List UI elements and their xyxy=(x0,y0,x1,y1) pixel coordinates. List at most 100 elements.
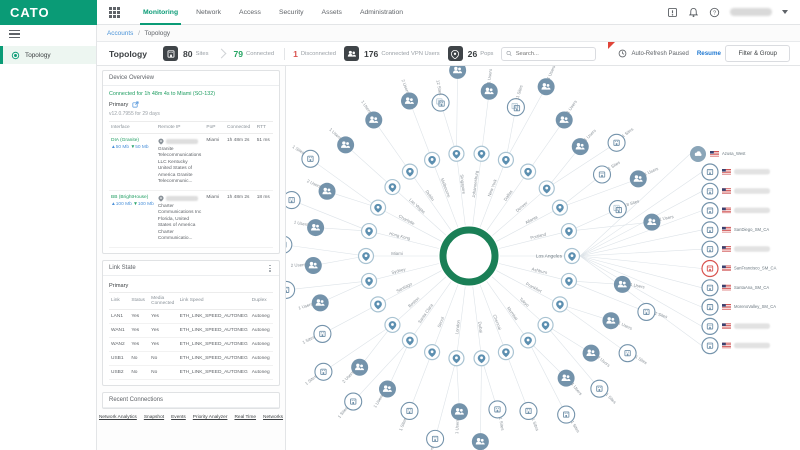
users-group-node[interactable] xyxy=(602,312,620,330)
users-group-node[interactable] xyxy=(307,219,325,237)
users-group-node[interactable] xyxy=(365,111,383,129)
external-link-icon[interactable] xyxy=(132,101,139,108)
users-group-node[interactable] xyxy=(537,78,555,96)
site-group-node[interactable] xyxy=(618,344,637,363)
search-input[interactable] xyxy=(515,50,592,57)
interface-row[interactable]: DIA (Granite) ▲50 Mb ▼50 Mb Granite Teleco… xyxy=(109,133,273,191)
pop-node[interactable] xyxy=(360,272,378,290)
pop-node[interactable] xyxy=(560,272,578,290)
site-group-node[interactable] xyxy=(313,324,332,343)
sites-group-node[interactable] xyxy=(431,93,450,112)
help-icon[interactable]: ? xyxy=(709,7,720,18)
group-node-label: 1 Sites xyxy=(398,417,407,431)
sites-group-node[interactable] xyxy=(506,98,525,117)
footer-link-networks[interactable]: Networks xyxy=(263,415,283,420)
pop-node[interactable] xyxy=(538,180,555,197)
pop-node[interactable] xyxy=(497,151,515,168)
pop-node[interactable] xyxy=(473,350,490,367)
pop-node[interactable] xyxy=(560,222,578,240)
pop-node[interactable] xyxy=(551,199,569,216)
pop-node[interactable] xyxy=(369,296,387,313)
sidebar-item-topology[interactable]: Topology xyxy=(0,46,96,65)
cloud-site-node[interactable] xyxy=(690,146,706,162)
footer-link-network-analytics[interactable]: Network Analytics xyxy=(99,415,137,420)
site-group-node[interactable] xyxy=(277,280,296,299)
nav-item-access[interactable]: Access xyxy=(230,0,270,25)
pop-node[interactable] xyxy=(448,145,465,162)
vpn-users-count: 176 xyxy=(364,48,379,59)
pop-node[interactable] xyxy=(384,178,401,196)
users-group-node[interactable] xyxy=(480,82,498,100)
resume-button[interactable]: Resume xyxy=(697,50,721,57)
users-group-node[interactable] xyxy=(471,433,489,450)
site-group-node[interactable] xyxy=(400,401,419,421)
notifications-bell-icon[interactable] xyxy=(688,7,699,18)
site-node[interactable] xyxy=(701,337,719,355)
release-notes-icon[interactable] xyxy=(667,7,678,18)
nav-item-security[interactable]: Security xyxy=(270,0,313,25)
pop-node[interactable] xyxy=(537,316,554,334)
pop-node[interactable] xyxy=(384,316,401,334)
pop-node[interactable] xyxy=(448,350,465,367)
users-group-node[interactable] xyxy=(401,92,419,110)
interface-row[interactable]: BB (BrightHouse) ▲100 Mb ▼100 Mb Charter C… xyxy=(109,190,273,248)
nav-item-network[interactable]: Network xyxy=(187,0,230,25)
site-node-disconnected[interactable] xyxy=(701,259,719,278)
device-overview-title: Device Overview xyxy=(103,71,279,86)
kebab-menu-icon[interactable] xyxy=(267,263,273,274)
account-name-blurred[interactable] xyxy=(730,8,772,16)
filter-and-group-button[interactable]: Filter & Group xyxy=(725,45,790,62)
site-group-node[interactable] xyxy=(274,235,293,254)
site-group-node[interactable] xyxy=(488,400,507,419)
topology-canvas[interactable]: Los Angeles Azusa_West SanDiego_SM_CA SanFr… xyxy=(262,48,800,450)
users-group-node[interactable] xyxy=(613,275,631,293)
sidebar-item-label: Topology xyxy=(25,51,51,59)
site-group-node[interactable] xyxy=(301,149,320,168)
site-group-node[interactable] xyxy=(637,302,656,321)
pop-node[interactable] xyxy=(423,151,441,168)
pop-node[interactable] xyxy=(519,332,537,349)
pop-node[interactable] xyxy=(401,332,419,349)
footer-link-priority-analyzer[interactable]: Priority Analyzer xyxy=(193,415,228,420)
pop-node[interactable] xyxy=(519,163,537,180)
site-node[interactable] xyxy=(701,240,719,258)
footer-link-snapshot[interactable]: Snapshot xyxy=(144,415,164,420)
pop-node[interactable] xyxy=(473,145,490,162)
users-group-node[interactable] xyxy=(449,61,467,79)
site-node[interactable] xyxy=(701,163,719,181)
footer-link-real-time[interactable]: Real Time xyxy=(234,415,256,420)
pop-node[interactable] xyxy=(401,163,419,180)
pop-node[interactable] xyxy=(369,199,387,216)
users-group-node[interactable] xyxy=(311,294,329,312)
site-node[interactable] xyxy=(701,298,719,316)
site-node[interactable] xyxy=(701,221,719,239)
center-account-node[interactable] xyxy=(439,226,499,286)
site-node[interactable] xyxy=(701,182,719,200)
users-group-node[interactable] xyxy=(304,257,322,275)
pop-node[interactable] xyxy=(497,344,515,361)
nav-item-administration[interactable]: Administration xyxy=(351,0,412,25)
users-group-node[interactable] xyxy=(450,403,468,421)
interface-name[interactable]: DIA (Granite) xyxy=(111,138,154,143)
sidebar-collapse-icon[interactable] xyxy=(9,30,20,39)
users-group-node[interactable] xyxy=(555,111,573,129)
pop-node[interactable] xyxy=(357,247,375,265)
site-group-node[interactable] xyxy=(344,392,363,411)
site-node[interactable] xyxy=(701,202,719,220)
nav-item-assets[interactable]: Assets xyxy=(313,0,351,25)
footer-link-events[interactable]: Events xyxy=(171,415,186,420)
site-group-node[interactable] xyxy=(426,429,445,448)
interface-name[interactable]: BB (BrightHouse) xyxy=(111,195,154,200)
site-node[interactable] xyxy=(701,279,719,297)
breadcrumb-accounts-link[interactable]: Accounts xyxy=(107,30,133,37)
pop-node[interactable] xyxy=(423,344,441,361)
nav-item-monitoring[interactable]: Monitoring xyxy=(134,0,187,25)
account-menu-caret-icon[interactable] xyxy=(782,10,788,14)
site-group-node[interactable] xyxy=(282,191,301,210)
apps-grid-icon[interactable] xyxy=(109,6,120,18)
site-node[interactable] xyxy=(701,317,719,335)
site-group-node[interactable] xyxy=(314,362,333,381)
pop-node[interactable] xyxy=(551,296,569,313)
pop-node[interactable] xyxy=(563,247,581,265)
pop-node[interactable] xyxy=(360,222,378,240)
